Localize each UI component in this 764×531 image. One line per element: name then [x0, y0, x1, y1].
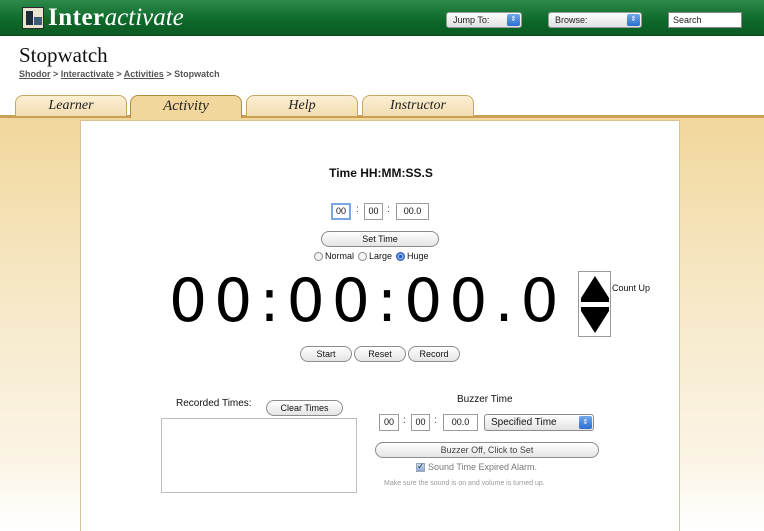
radio-normal-label: Normal	[325, 251, 355, 261]
breadcrumb: Shodor > Interactivate > Activities > St…	[19, 69, 220, 79]
stopwatch-panel: Time HH:MM:SS.S 00 : 00 : 00.0 Set Time …	[80, 120, 680, 531]
select-arrows-icon: ⇕	[627, 14, 640, 26]
jump-to-label: Jump To:	[453, 15, 490, 25]
recorded-times-label: Recorded Times:	[176, 398, 252, 409]
time-format-heading: Time HH:MM:SS.S	[329, 166, 433, 180]
radio-normal[interactable]	[314, 251, 323, 261]
sound-note: Make sure the sound is on and volume is …	[384, 480, 545, 487]
radio-huge[interactable]	[396, 251, 406, 261]
tab-instructor[interactable]: Instructor	[362, 95, 474, 116]
hours-input[interactable]: 00	[331, 203, 351, 220]
interactivate-logo[interactable]: Inter activate	[22, 4, 184, 32]
alarm-checkbox[interactable]	[416, 461, 425, 472]
breadcrumb-separator: >	[53, 69, 59, 79]
buzzer-time-label: Buzzer Time	[457, 394, 513, 405]
time-colon: :	[356, 204, 359, 215]
time-colon: :	[387, 204, 390, 215]
select-arrows-icon: ⇕	[579, 416, 592, 429]
jump-to-select[interactable]: Jump To: ⇕	[446, 12, 522, 28]
up-arrow-icon[interactable]	[581, 276, 609, 298]
radio-large-label: Large	[369, 251, 393, 261]
buzzer-hours-input[interactable]: 00	[379, 414, 399, 431]
logo-text-italic: activate	[104, 4, 184, 31]
display-size-options: Normal Large Huge	[314, 251, 433, 261]
count-direction-toggle[interactable]	[578, 271, 611, 337]
tab-help[interactable]: Help	[246, 95, 358, 116]
breadcrumb-current: Stopwatch	[174, 69, 220, 79]
browse-select[interactable]: Browse: ⇕	[548, 12, 642, 28]
set-time-button[interactable]: Set Time	[321, 231, 439, 247]
count-direction-label: Count Up	[612, 283, 651, 293]
radio-large[interactable]	[358, 251, 368, 261]
browse-label: Browse:	[555, 15, 588, 25]
buzzer-mode-select[interactable]: Specified Time ⇕	[484, 414, 594, 431]
breadcrumb-link-interactivate[interactable]: Interactivate	[61, 69, 114, 79]
buzzer-minutes-input[interactable]: 00	[411, 414, 430, 431]
alarm-option: Sound Time Expired Alarm.	[416, 461, 538, 472]
page-title: Stopwatch	[19, 43, 108, 67]
site-header: Inter activate Jump To: ⇕ Browse: ⇕ Searc…	[0, 0, 764, 36]
search-input[interactable]: Search	[668, 12, 742, 28]
up-arrow-bar	[581, 298, 609, 302]
breadcrumb-link-activities[interactable]: Activities	[124, 69, 164, 79]
browser-window: Inter activate Jump To: ⇕ Browse: ⇕ Searc…	[0, 0, 764, 531]
minutes-input[interactable]: 00	[364, 203, 383, 220]
recorded-times-list[interactable]	[161, 418, 357, 493]
breadcrumb-separator: >	[116, 69, 122, 79]
reset-button[interactable]: Reset	[354, 346, 406, 362]
alarm-label: Sound Time Expired Alarm.	[428, 462, 538, 472]
buzzer-mode-value: Specified Time	[491, 417, 557, 428]
radio-huge-label: Huge	[407, 251, 429, 261]
buzzer-toggle-button[interactable]: Buzzer Off, Click to Set	[375, 442, 599, 458]
buzzer-seconds-input[interactable]: 00.0	[443, 414, 478, 431]
tab-learner[interactable]: Learner	[15, 95, 127, 116]
start-button[interactable]: Start	[300, 346, 352, 362]
down-arrow-icon[interactable]	[581, 311, 609, 333]
breadcrumb-link-shodor[interactable]: Shodor	[19, 69, 51, 79]
stopwatch-display: 00:00:00.0	[169, 266, 566, 336]
seconds-input[interactable]: 00.0	[396, 203, 429, 220]
time-colon: :	[434, 415, 437, 426]
breadcrumb-separator: >	[166, 69, 172, 79]
record-button[interactable]: Record	[408, 346, 460, 362]
clear-times-button[interactable]: Clear Times	[266, 400, 343, 416]
tab-activity[interactable]: Activity	[130, 95, 242, 118]
time-colon: :	[403, 415, 406, 426]
logo-text-bold: Inter	[48, 4, 105, 31]
shodor-logo-icon	[22, 7, 44, 29]
select-arrows-icon: ⇕	[507, 14, 520, 26]
